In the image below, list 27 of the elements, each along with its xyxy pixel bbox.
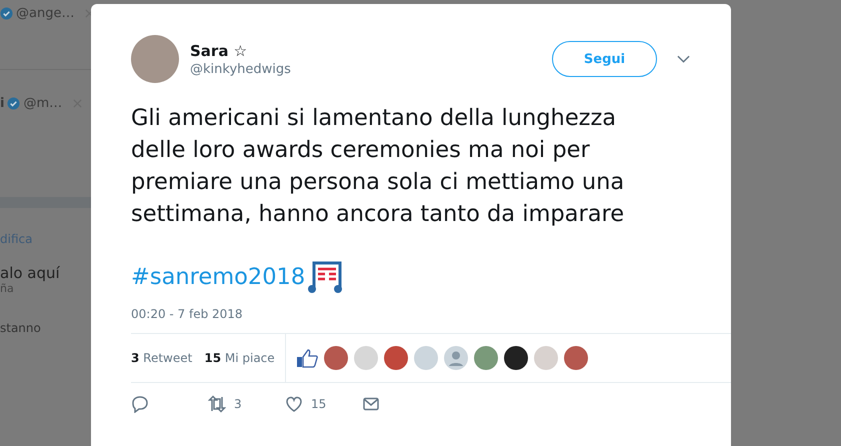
avatar-photo[interactable] [504,346,528,370]
tweet-timestamp: 00:20 - 7 feb 2018 [131,307,244,321]
action-count: 15 [311,397,326,411]
hashtag-link[interactable]: #sanremo2018 [131,264,306,290]
stat-link[interactable]: 3 Retweet [131,351,192,365]
stat-link[interactable]: 15 Mi piace [204,351,275,365]
user-handle: @kinkyhedwigs [190,62,292,76]
account-name: i [0,96,4,110]
music-note-icon [307,260,344,294]
trend-title: alo aquí [0,264,61,282]
chevron-down-icon[interactable] [677,55,690,63]
retweet-icon[interactable] [208,395,226,413]
account-handle: @m… [23,96,62,110]
account-handle: @ange… [16,6,74,20]
default-avatar-icon[interactable] [444,346,468,370]
edit-link[interactable]: difica [0,232,91,246]
trend-subtitle: ña [0,282,15,295]
envelope-icon[interactable] [362,395,380,413]
avatar-photo [131,35,179,83]
user-name: Sara ☆ [190,42,248,60]
heart-icon[interactable] [285,395,303,413]
sidebar-text: stanno [0,321,42,335]
reply-icon[interactable] [131,395,149,413]
action-count: 3 [234,397,242,411]
follow-button[interactable]: Segui [552,41,657,77]
tweet-text: Gli americani si lamentano della lunghezza delle loro awards ceremonies ma noi per premiare una persona sola ci mettiamo una settimana, hanno ancora tanto da imparare [131,104,626,229]
thumbs-up-icon [296,348,318,368]
